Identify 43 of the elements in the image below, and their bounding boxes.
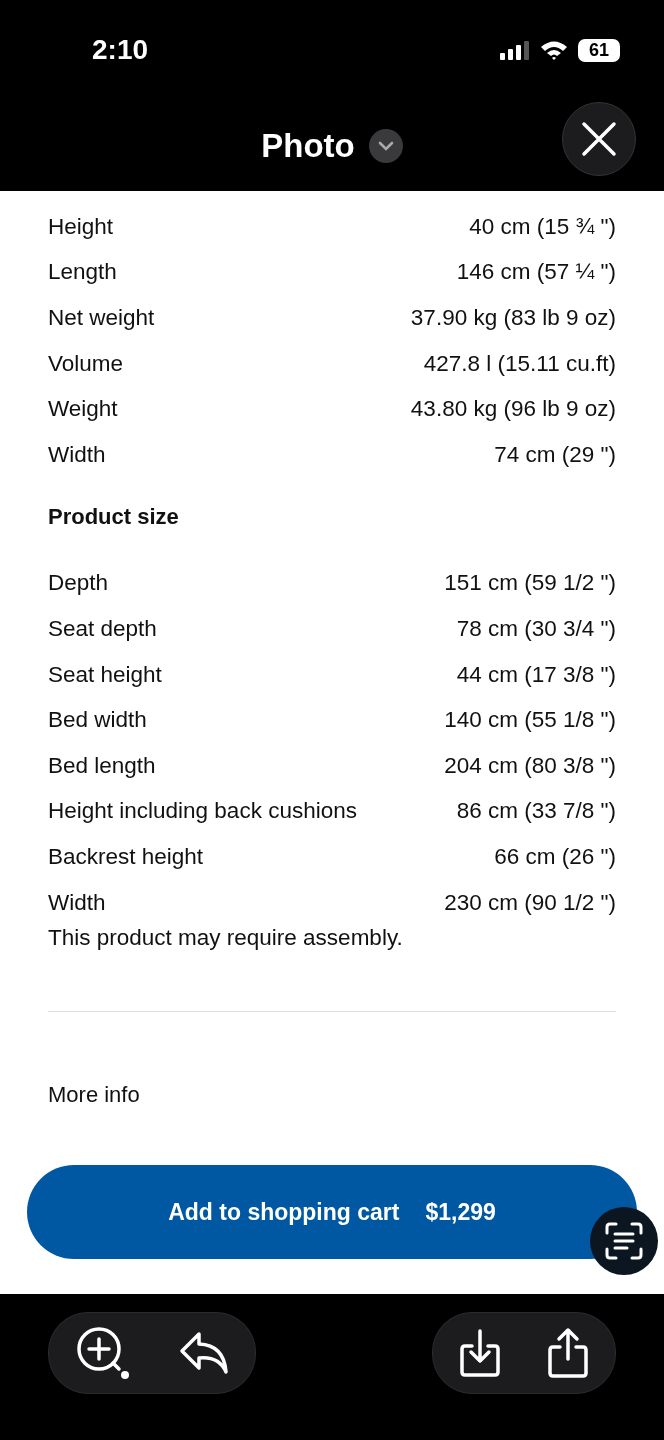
spec-label: Net weight: [48, 305, 155, 331]
spec-value: 43.80 kg (96 lb 9 oz): [410, 396, 616, 423]
text-scan-icon: [604, 1221, 644, 1261]
spec-value: 86 cm (33 7/8 "): [456, 798, 616, 825]
spec-label: Width: [48, 441, 106, 468]
spec-label: Depth: [48, 570, 109, 597]
spec-value: 146 cm (57 ¼ "): [456, 259, 616, 286]
spec-value: 140 cm (55 1/8 "): [444, 707, 616, 734]
wifi-icon: [540, 40, 568, 60]
spec-label: Bed width: [48, 707, 147, 734]
section-heading: Product size: [48, 503, 180, 531]
header-title[interactable]: Photo: [261, 126, 355, 165]
reply-arrow-icon[interactable]: [179, 1331, 229, 1375]
spec-value: 230 cm (90 1/2 "): [444, 889, 616, 916]
spec-value: 204 cm (80 3/8 "): [444, 752, 616, 779]
spec-value: 66 cm (26 "): [494, 843, 616, 870]
spec-value: 44 cm (17 3/8 "): [456, 661, 616, 688]
spec-label: Seat depth: [48, 615, 157, 642]
add-to-cart-button[interactable]: Add to shopping cart $1,299: [27, 1165, 637, 1259]
spec-value: 74 cm (29 "): [494, 441, 616, 468]
spec-value: 78 cm (30 3/4 "): [456, 615, 616, 642]
status-time: 2:10: [92, 34, 149, 66]
more-info-link[interactable]: More info: [48, 1082, 616, 1109]
assembly-note: This product may require assembly.: [48, 925, 404, 952]
spec-label: Length: [48, 259, 117, 286]
spec-label: Weight: [48, 396, 118, 423]
share-icon[interactable]: [547, 1327, 589, 1379]
spec-value: 427.8 l (15.11 cu.ft): [423, 350, 616, 377]
spec-label: Seat height: [48, 661, 162, 688]
spec-value: 40 cm (15 ¾ "): [469, 213, 616, 240]
spec-label: Backrest height: [48, 843, 204, 870]
spec-label: Volume: [48, 350, 124, 377]
chevron-down-icon[interactable]: [368, 128, 403, 163]
spec-label: Height including back cushions: [48, 798, 357, 825]
spec-label: Bed length: [48, 752, 156, 779]
spec-label: Width: [48, 889, 106, 916]
close-icon: [581, 121, 617, 157]
spec-value: 151 cm (59 1/2 "): [444, 570, 616, 597]
signal-icon: [500, 40, 530, 60]
battery-level: 61: [578, 38, 620, 62]
download-icon[interactable]: [459, 1328, 501, 1378]
spec-value: 37.90 kg (83 lb 9 oz): [410, 305, 616, 331]
spec-label: Height: [48, 213, 114, 240]
